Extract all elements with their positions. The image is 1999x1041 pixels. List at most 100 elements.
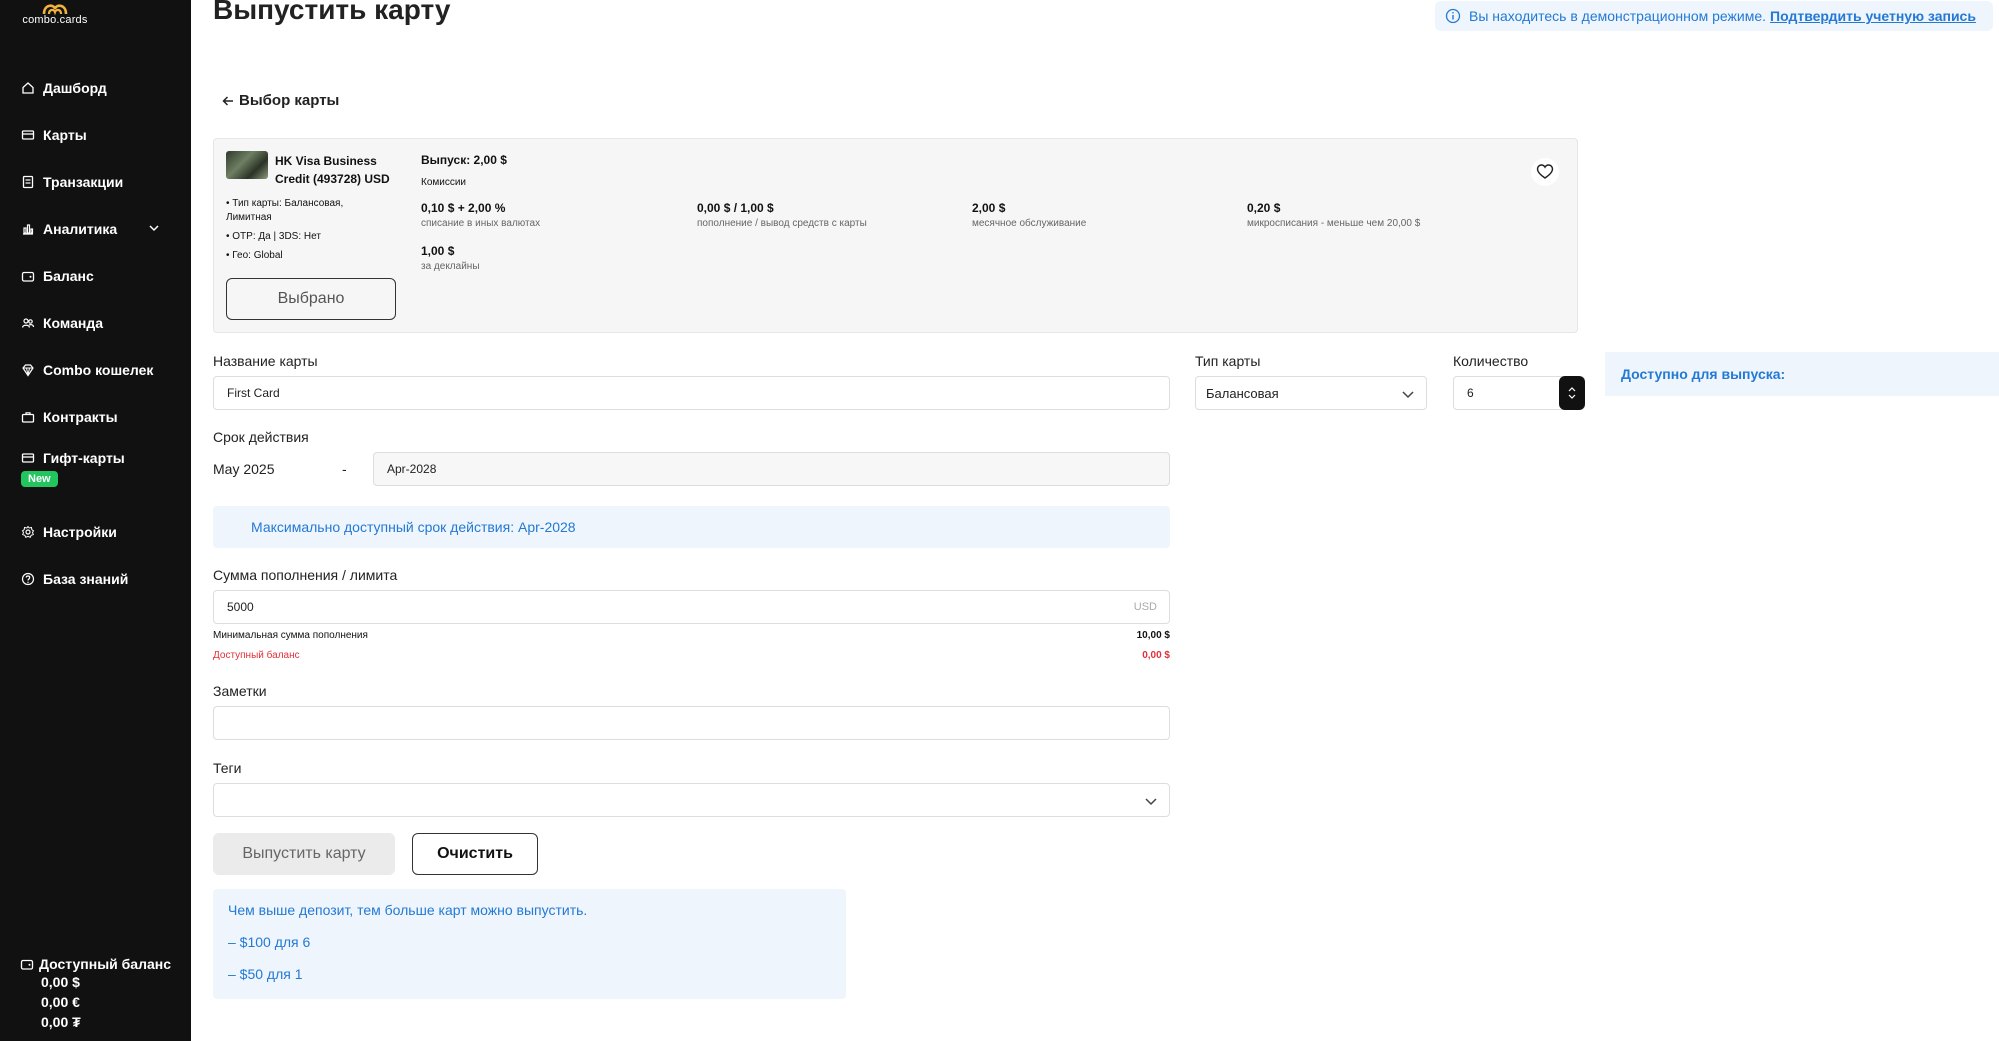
home-icon	[22, 81, 34, 94]
tags-label: Теги	[213, 760, 242, 776]
quantity-value: 6	[1467, 386, 1474, 400]
fee-item: 1,00 $ за деклайны	[421, 244, 480, 272]
validity-to-input[interactable]: Apr-2028	[373, 452, 1170, 486]
sidebar-item-label: Аналитика	[43, 220, 118, 237]
card-feature: • OTP: Да | 3DS: Нет	[226, 231, 321, 242]
sidebar-item-label: Гифт-карты	[43, 450, 125, 466]
sidebar-item-knowledge-base[interactable]: База знаний	[0, 555, 191, 602]
balance-title-text: Доступный баланс	[39, 956, 172, 972]
new-badge: New	[21, 471, 58, 487]
quantity-stepper-buttons[interactable]	[1559, 376, 1585, 410]
chevron-up-icon[interactable]	[1567, 385, 1577, 393]
sidebar-item-combo-wallet[interactable]: Combo кошелек	[0, 346, 191, 393]
fee-desc: за деклайны	[421, 261, 480, 272]
card-name-value: First Card	[227, 386, 280, 400]
validity-dash: -	[342, 461, 347, 477]
card-name-input[interactable]: First Card	[213, 376, 1170, 410]
tags-select[interactable]	[213, 783, 1170, 817]
available-balance-value: 0,00 $	[1142, 650, 1170, 661]
favorite-button[interactable]	[1531, 158, 1559, 186]
diamond-icon	[22, 363, 34, 377]
help-icon	[21, 572, 35, 585]
commissions-label: Комиссии	[421, 177, 467, 188]
deposit-info-line: – $50 для 1	[228, 966, 303, 982]
demo-mode-banner: Вы находитесь в демонстрационном режиме.…	[1435, 1, 1993, 31]
fee-item: 0,00 $ / 1,00 $ пополнение / вывод средс…	[697, 201, 867, 229]
card-feature: • Тип карты: Балансовая, Лимитная	[226, 198, 344, 223]
sidebar: combo.cards Дашборд Карты Транзакции Ана…	[0, 0, 191, 1041]
sidebar-item-label: Дашборд	[43, 79, 107, 96]
amount-value: 5000	[227, 600, 254, 614]
main-content: Выпустить карту Вы находитесь в демонстр…	[191, 0, 1999, 1041]
card-name-label: Название карты	[213, 353, 318, 369]
deposit-info-line: Чем выше депозит, тем больше карт можно …	[228, 902, 588, 918]
balance-usd: 0,00 $	[41, 974, 80, 990]
sidebar-item-gift-cards[interactable]: Гифт-карты New	[0, 440, 191, 508]
issue-card-button[interactable]: Выпустить карту	[213, 833, 395, 875]
receipt-icon	[22, 175, 34, 188]
chevron-down-icon	[1402, 391, 1414, 399]
selected-card-panel: HK Visa Business Credit (493728) USD • Т…	[213, 138, 1578, 333]
quantity-label: Количество	[1453, 353, 1529, 369]
demo-mode-text: Вы находитесь в демонстрационном режиме.	[1469, 8, 1767, 24]
sidebar-item-team[interactable]: Команда	[0, 299, 191, 346]
chart-icon	[23, 223, 34, 235]
card-features: • Тип карты: Балансовая, Лимитная • OTP:…	[226, 197, 366, 268]
arrow-left-icon	[222, 95, 233, 106]
logo[interactable]: combo.cards	[20, 0, 90, 34]
sidebar-nav: Дашборд Карты Транзакции Аналитика Балан…	[0, 64, 191, 602]
clear-button[interactable]: Очистить	[412, 833, 538, 875]
fee-desc: микросписания - меньше чем 20,00 $	[1247, 218, 1421, 229]
sidebar-item-balance[interactable]: Баланс	[0, 252, 191, 299]
sidebar-item-label: Карты	[43, 126, 87, 143]
card-type-select[interactable]: Балансовая	[1195, 376, 1427, 410]
card-feature: • Гео: Global	[226, 250, 283, 261]
gear-icon	[21, 525, 35, 538]
fee-value: 0,10 $ + 2,00 %	[421, 201, 506, 215]
quantity-stepper[interactable]: 6	[1453, 376, 1585, 410]
sidebar-item-label: Настройки	[43, 523, 117, 540]
sidebar-item-analytics[interactable]: Аналитика	[0, 205, 191, 252]
card-image	[226, 151, 268, 179]
amount-currency: USD	[1133, 601, 1157, 613]
max-validity-text: Максимально доступный срок действия: Apr…	[251, 519, 576, 535]
card-type-label: Тип карты	[1195, 353, 1261, 369]
amount-input[interactable]: 5000 USD	[213, 590, 1170, 624]
verify-account-link[interactable]: Подтвердить учетную запись	[1770, 8, 1976, 24]
deposit-info: Чем выше депозит, тем больше карт можно …	[213, 889, 846, 999]
min-topup-value: 10,00 $	[1136, 630, 1170, 641]
fee-item: 0,20 $ микросписания - меньше чем 20,00 …	[1247, 201, 1420, 229]
sidebar-item-cards[interactable]: Карты	[0, 111, 191, 158]
notes-input[interactable]	[213, 706, 1170, 740]
sidebar-item-transactions[interactable]: Транзакции	[0, 158, 191, 205]
team-icon	[21, 317, 35, 328]
min-topup-label: Минимальная сумма пополнения	[213, 630, 368, 641]
gift-card-icon	[21, 453, 35, 463]
fee-item: 2,00 $ месячное обслуживание	[972, 201, 1086, 229]
fee-value: 1,00 $	[421, 244, 455, 258]
chevron-down-icon	[1145, 798, 1157, 806]
sidebar-item-label: Баланс	[43, 267, 94, 284]
card-product-name: HK Visa Business Credit (493728) USD	[275, 154, 390, 186]
balance-uah: 0,00 ₮	[41, 1014, 81, 1030]
balance-title: Доступный баланс	[20, 956, 171, 972]
heart-icon	[1536, 164, 1554, 179]
sidebar-balance: Доступный баланс 0,00 $ 0,00 € 0,00 ₮	[20, 956, 171, 1032]
sidebar-item-label: База знаний	[43, 570, 129, 587]
issue-fee: Выпуск: 2,00 $	[421, 153, 507, 167]
wallet-icon	[20, 959, 34, 970]
back-to-card-selection[interactable]: Выбор карты	[221, 92, 339, 109]
chevron-down-icon[interactable]	[1567, 393, 1577, 401]
page-title: Выпустить карту	[213, 0, 451, 25]
back-label: Выбор карты	[239, 92, 340, 109]
sidebar-item-dashboard[interactable]: Дашборд	[0, 64, 191, 111]
max-validity-info: Максимально доступный срок действия: Apr…	[213, 506, 1170, 548]
fee-item: 0,10 $ + 2,00 % списание в иных валютах	[421, 201, 540, 229]
notes-label: Заметки	[213, 683, 267, 699]
selected-button[interactable]: Выбрано	[226, 278, 396, 320]
wallet-icon	[21, 271, 35, 282]
sidebar-item-settings[interactable]: Настройки	[0, 508, 191, 555]
amount-label: Сумма пополнения / лимита	[213, 567, 398, 583]
sidebar-item-contracts[interactable]: Контракты	[0, 393, 191, 440]
chevron-down-icon[interactable]	[147, 221, 161, 235]
